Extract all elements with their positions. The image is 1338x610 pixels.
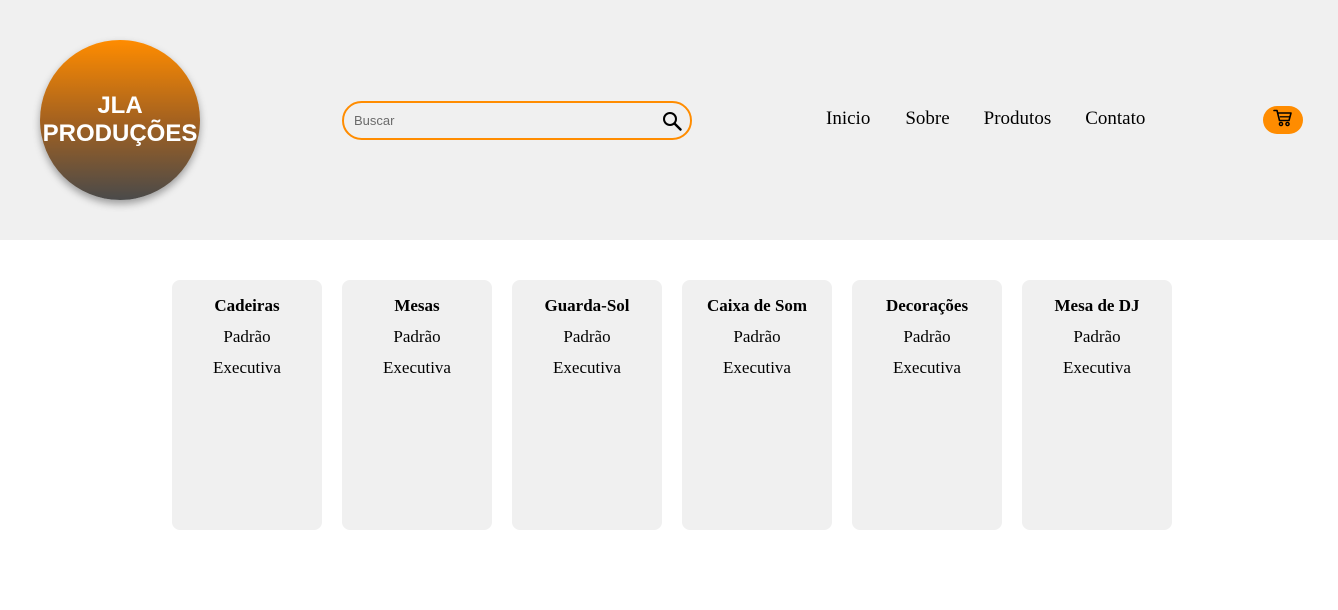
category-item[interactable]: Executiva xyxy=(512,357,662,378)
main-nav: Inicio Sobre Produtos Contato xyxy=(826,108,1145,130)
cart-button[interactable] xyxy=(1263,106,1303,134)
category-title[interactable]: Guarda-Sol xyxy=(512,295,662,316)
category-item[interactable]: Padrão xyxy=(1022,326,1172,347)
category-item[interactable]: Executiva xyxy=(682,357,832,378)
category-title[interactable]: Caixa de Som xyxy=(682,295,832,316)
category-card: Cadeiras Padrão Executiva xyxy=(172,280,322,530)
logo-line-1: JLA xyxy=(97,92,143,119)
category-item[interactable]: Padrão xyxy=(682,326,832,347)
category-item[interactable]: Padrão xyxy=(512,326,662,347)
category-title[interactable]: Cadeiras xyxy=(172,295,322,316)
category-title[interactable]: Decorações xyxy=(852,295,1002,316)
search-bar xyxy=(342,101,692,140)
category-item[interactable]: Executiva xyxy=(1022,357,1172,378)
nav-item-inicio[interactable]: Inicio xyxy=(826,108,870,130)
category-item[interactable]: Padrão xyxy=(852,326,1002,347)
nav-item-contato[interactable]: Contato xyxy=(1085,108,1145,130)
category-item[interactable]: Executiva xyxy=(852,357,1002,378)
category-card: Guarda-Sol Padrão Executiva xyxy=(512,280,662,530)
nav-item-produtos[interactable]: Produtos xyxy=(984,108,1052,130)
search-input[interactable] xyxy=(354,103,654,138)
category-item[interactable]: Padrão xyxy=(342,326,492,347)
category-title[interactable]: Mesa de DJ xyxy=(1022,295,1172,316)
search-icon[interactable] xyxy=(662,111,682,131)
logo[interactable]: JLA PRODUÇÕES xyxy=(40,40,200,200)
nav-item-sobre[interactable]: Sobre xyxy=(905,108,949,130)
cart-icon xyxy=(1273,109,1293,132)
header: JLA PRODUÇÕES Inicio Sobre Produtos Cont… xyxy=(0,0,1338,240)
category-card: Mesa de DJ Padrão Executiva xyxy=(1022,280,1172,530)
category-cards: Cadeiras Padrão Executiva Mesas Padrão E… xyxy=(172,280,1172,530)
logo-line-2: PRODUÇÕES xyxy=(42,120,198,147)
category-card: Mesas Padrão Executiva xyxy=(342,280,492,530)
category-card: Caixa de Som Padrão Executiva xyxy=(682,280,832,530)
category-card: Decorações Padrão Executiva xyxy=(852,280,1002,530)
category-item[interactable]: Executiva xyxy=(342,357,492,378)
category-item[interactable]: Padrão xyxy=(172,326,322,347)
category-title[interactable]: Mesas xyxy=(342,295,492,316)
category-item[interactable]: Executiva xyxy=(172,357,322,378)
